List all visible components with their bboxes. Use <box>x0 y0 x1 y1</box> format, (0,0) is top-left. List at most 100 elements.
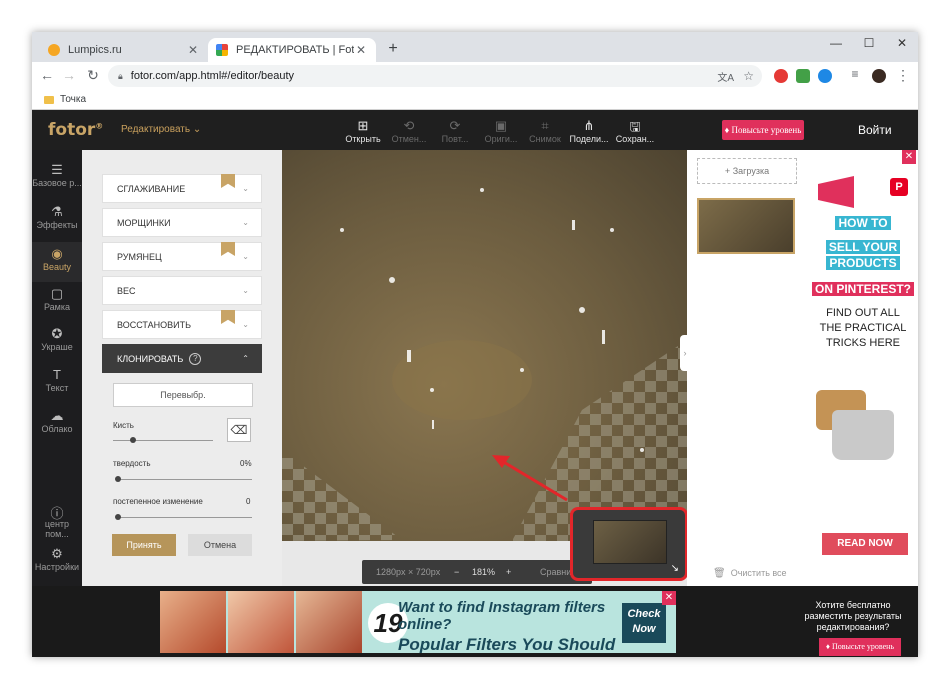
bookmark-label: Точка <box>60 94 87 105</box>
forward-icon[interactable]: → <box>60 67 78 83</box>
fotor-favicon-icon <box>216 44 228 56</box>
settings-icon: ⚙ <box>51 546 63 561</box>
expand-icon[interactable]: ↘ <box>671 563 679 574</box>
menu-dots-icon[interactable]: ⋮ <box>894 67 912 84</box>
photo-canvas[interactable] <box>282 150 687 541</box>
save-button[interactable]: 🖫 Сохран... <box>613 118 657 144</box>
clear-all-button[interactable]: 🗑︎ Очистить все <box>713 568 787 579</box>
chevron-down-icon: ⌄ <box>192 124 202 135</box>
right-panel: + Загрузка 🗑︎ Очистить все <box>687 150 808 586</box>
brush-slider-handle[interactable] <box>130 437 136 443</box>
upgrade-button[interactable]: ♦ Повысьте уровень <box>722 120 804 140</box>
check-now-button[interactable]: Check Now <box>622 603 666 643</box>
pinterest-ad[interactable]: ✕ P HOW TO SELL YOUR PRODUCTS ON PINTERE… <box>808 150 918 586</box>
accept-button[interactable]: Принять <box>112 534 176 556</box>
reselect-button[interactable]: Перевыбр. <box>113 383 253 407</box>
read-now-button[interactable]: READ NOW <box>822 533 908 555</box>
uploaded-photo-thumbnail[interactable] <box>697 198 795 254</box>
upgrade-label: Повысьте уровень <box>731 125 802 135</box>
option-clone[interactable]: КЛОНИРОВАТЬ? ⌃ <box>102 344 262 373</box>
tab-lumpics[interactable]: Lumpics.ru ✕ <box>40 38 208 62</box>
rail-help[interactable]: ⓘ центр пом... <box>32 503 82 539</box>
navigator-minimap[interactable]: ↘ <box>570 507 688 581</box>
ad-close-icon[interactable]: ✕ <box>662 591 676 605</box>
close-window-icon[interactable]: ✕ <box>888 36 916 50</box>
undo-icon: ⟲ <box>403 118 415 133</box>
cta-line: Check <box>627 608 661 620</box>
rail-frame[interactable]: ▢ Рамка <box>32 286 82 322</box>
tool-label: Открыть <box>345 134 381 144</box>
rail-label: Настройки <box>34 562 80 572</box>
chevron-down-icon: ⌄ <box>242 320 249 329</box>
share-button[interactable]: ⋔ Подели... <box>567 118 611 144</box>
help-icon: ⓘ <box>50 506 64 521</box>
ad-headline-4: ON PINTEREST? <box>808 282 918 296</box>
close-tab-icon[interactable]: ✕ <box>354 43 368 57</box>
hardness-slider-handle[interactable] <box>115 476 121 482</box>
rail-settings[interactable]: ⚙ Настройки <box>32 546 82 582</box>
zoom-out-icon[interactable]: − <box>454 567 459 577</box>
snapshot-button[interactable]: ⌗ Снимок <box>523 118 567 144</box>
zoom-in-icon[interactable]: + <box>506 567 511 577</box>
bookmark-star-icon[interactable]: ☆ <box>743 69 754 83</box>
cloud-icon: ☁ <box>50 408 64 423</box>
undo-button[interactable]: ⟲ Отмен... <box>387 118 431 144</box>
extension-opera-icon[interactable] <box>774 69 788 83</box>
ad-headline-2: SELL YOUR <box>808 240 918 254</box>
back-icon[interactable]: ← <box>38 67 56 83</box>
upload-button[interactable]: + Загрузка <box>697 158 797 184</box>
option-weight[interactable]: ВЕС ⌄ <box>102 276 262 305</box>
fotor-logo[interactable]: fotor® <box>48 120 103 140</box>
rail-text[interactable]: T Текст <box>32 367 82 403</box>
redo-button[interactable]: ⟳ Повт... <box>433 118 477 144</box>
filters-ad[interactable]: 19 Want to find Instagram filters online… <box>160 591 676 653</box>
address-bar[interactable]: 🔒︎ fotor.com/app.html#/editor/beauty 文A … <box>108 65 762 87</box>
extension-green-icon[interactable] <box>796 69 810 83</box>
tab-fotor[interactable]: РЕДАКТИРОВАТЬ | Fotor ✕ <box>208 38 376 62</box>
ad-text: ON PINTEREST? <box>811 282 914 296</box>
fade-slider-track[interactable] <box>118 517 252 518</box>
option-smoothing[interactable]: СГЛАЖИВАНИЕ ⌄ <box>102 174 262 203</box>
new-tab-icon[interactable]: + <box>384 40 402 58</box>
ad-photo <box>296 591 362 653</box>
tool-label: Отмен... <box>391 134 427 144</box>
translate-icon[interactable]: 文A <box>717 69 734 84</box>
snapshot-icon: ⌗ <box>541 118 549 133</box>
cancel-button[interactable]: Отмена <box>188 534 252 556</box>
option-label: ВОССТАНОВИТЬ <box>117 319 191 330</box>
bookmark-tochka[interactable]: Точка <box>44 94 86 105</box>
premium-badge-icon <box>221 242 235 256</box>
fade-value: 0 <box>246 497 251 506</box>
edit-menu[interactable]: Редактировать ⌄ <box>121 124 201 135</box>
ad-close-icon[interactable]: ✕ <box>902 150 916 164</box>
rail-basic[interactable]: ☰ Базовое р... <box>32 162 82 198</box>
media-icon[interactable]: ≡ <box>846 67 864 81</box>
reload-icon[interactable]: ↻ <box>84 67 102 84</box>
trash-icon: 🗑︎ <box>713 568 726 579</box>
rail-cloud[interactable]: ☁ Облако <box>32 408 82 444</box>
hardness-label: твердость <box>113 459 151 468</box>
option-wrinkles[interactable]: МОРЩИНКИ ⌄ <box>102 208 262 237</box>
bottom-bar: 19 Want to find Instagram filters online… <box>32 586 918 657</box>
question-icon[interactable]: ? <box>189 352 202 365</box>
rail-beauty[interactable]: ◉ Beauty <box>32 242 82 282</box>
login-button[interactable]: Войти <box>858 123 892 137</box>
close-tab-icon[interactable]: ✕ <box>186 43 200 57</box>
rail-effects[interactable]: ⚗ Эффекты <box>32 204 82 240</box>
rail-decor[interactable]: ✪ Украше <box>32 326 82 362</box>
brush-slider-track[interactable] <box>113 440 213 441</box>
hardness-slider-track[interactable] <box>118 479 252 480</box>
minimize-icon[interactable]: — <box>822 36 850 50</box>
original-button[interactable]: ▣ Ориги... <box>479 118 523 144</box>
option-blush[interactable]: РУМЯНЕЦ ⌄ <box>102 242 262 271</box>
maximize-icon[interactable]: ☐ <box>855 36 883 50</box>
upgrade-bottom-button[interactable]: ♦ Повысьте уровень <box>819 638 901 656</box>
eraser-button[interactable]: ⌫ <box>227 418 251 442</box>
open-button[interactable]: ⊞ Открыть <box>341 118 385 144</box>
lock-icon: 🔒︎ <box>118 70 123 81</box>
profile-avatar[interactable] <box>872 69 886 83</box>
rail-label: Рамка <box>43 302 71 312</box>
option-restore[interactable]: ВОССТАНОВИТЬ ⌄ <box>102 310 262 339</box>
extension-globe-icon[interactable] <box>818 69 832 83</box>
fade-slider-handle[interactable] <box>115 514 121 520</box>
